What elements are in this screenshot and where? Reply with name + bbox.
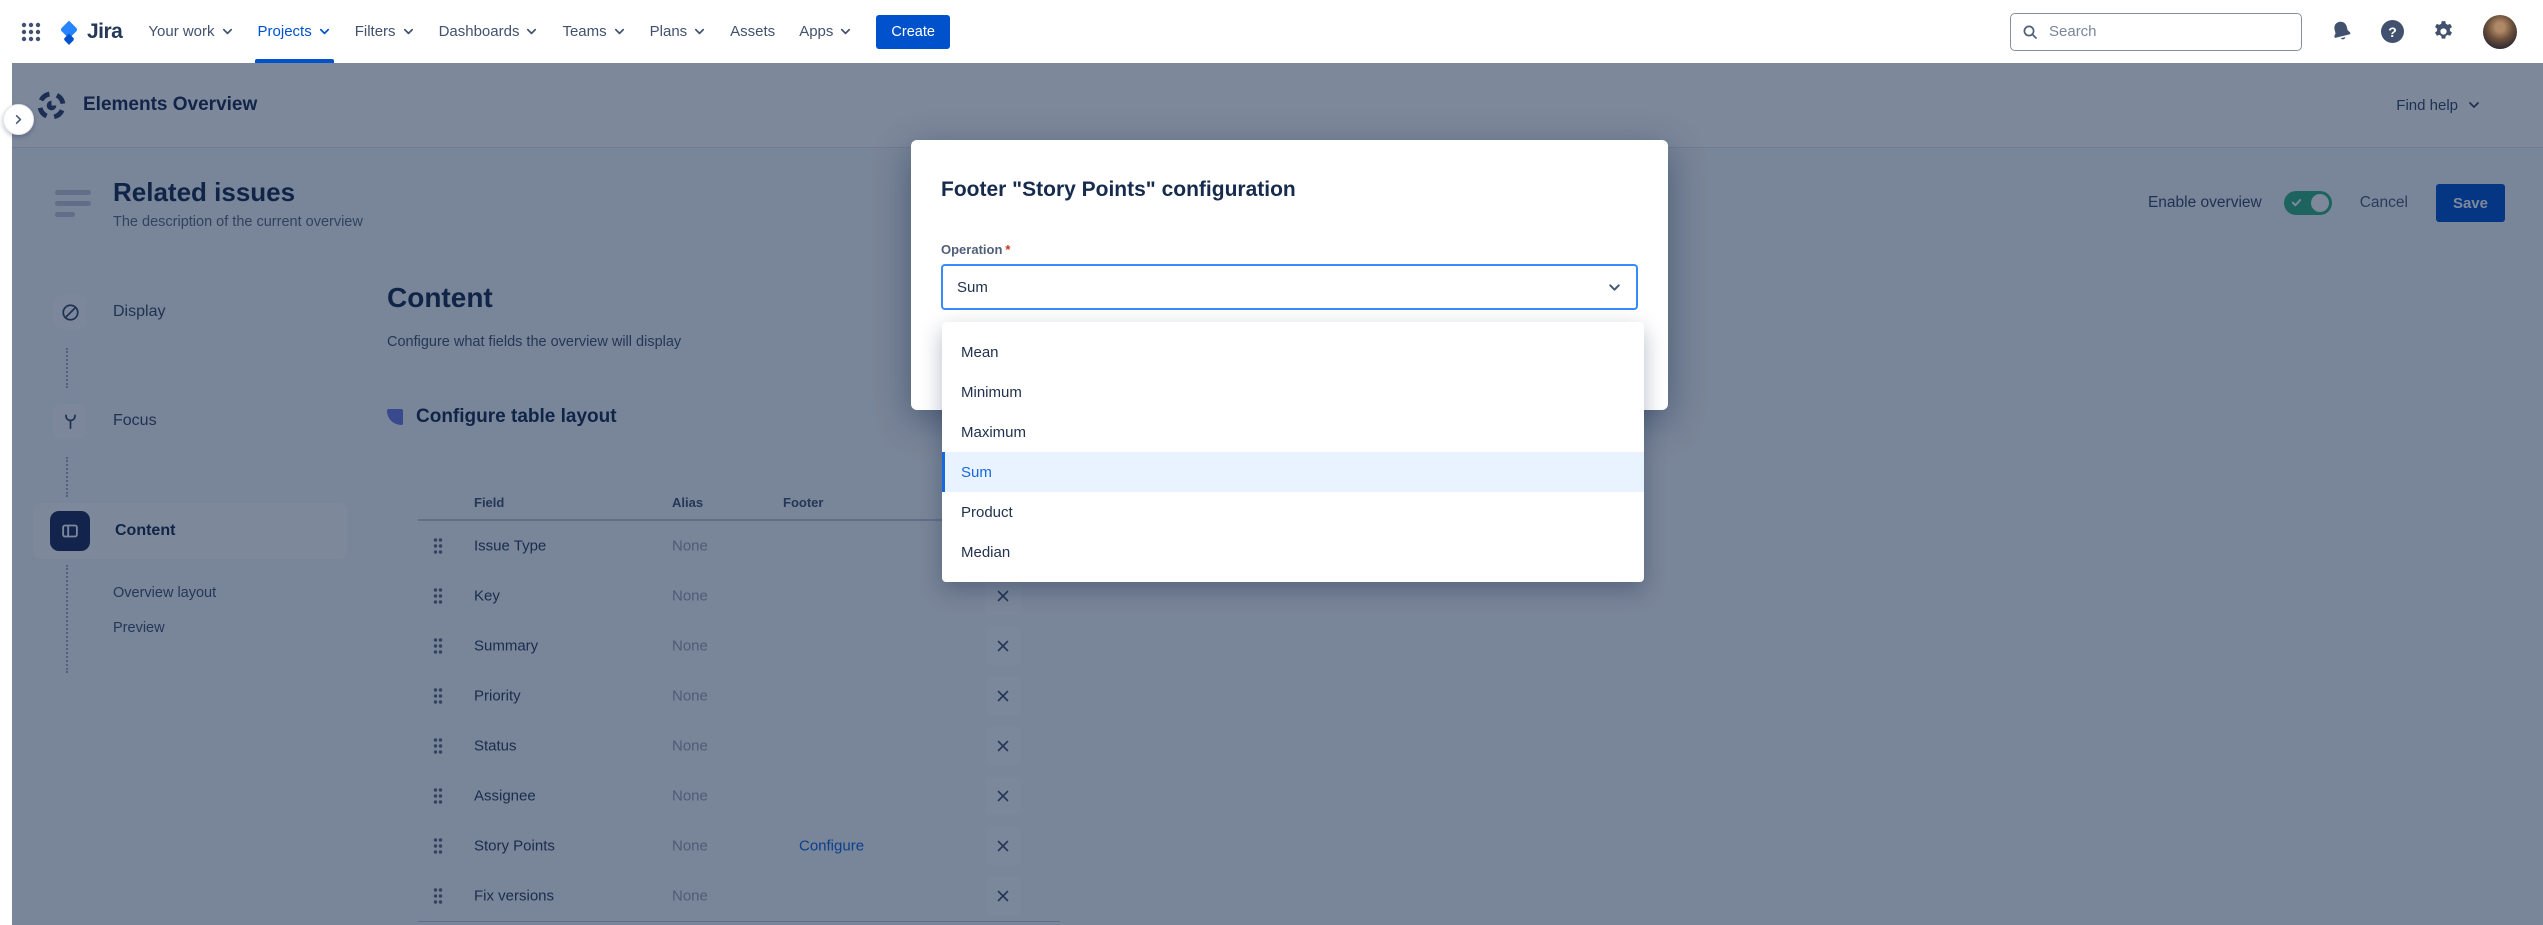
nav-label: Apps [799,23,833,40]
operation-dropdown-menu: Mean Minimum Maximum Sum Product Median [942,322,1644,582]
chevron-down-icon [525,25,538,38]
help-glyph: ? [2381,20,2404,43]
option-mean[interactable]: Mean [942,332,1644,372]
chevron-down-icon [318,25,331,38]
nav-assets[interactable]: Assets [718,0,787,63]
operation-select-value: Sum [957,279,988,296]
jira-logo-icon [56,19,82,45]
nav-label: Teams [562,23,606,40]
top-navigation: Jira Your work Projects Filters Dashboar… [0,0,2543,63]
required-asterisk: * [1005,242,1010,257]
collapsed-sidebar-edge [0,63,12,925]
nav-label: Plans [650,23,688,40]
chevron-down-icon [693,25,706,38]
notifications-bell-icon[interactable] [2326,16,2356,46]
search-input[interactable] [2047,22,2290,41]
nav-label: Assets [730,23,775,40]
nav-plans[interactable]: Plans [638,0,719,63]
operation-label-text: Operation [941,242,1002,257]
jira-logo[interactable]: Jira [56,19,122,45]
chevron-down-icon [221,25,234,38]
search-icon [2022,24,2038,40]
nav-apps[interactable]: Apps [787,0,864,63]
chevron-down-icon [402,25,415,38]
nav-label: Projects [258,23,312,40]
jira-logo-text: Jira [87,20,122,44]
create-button[interactable]: Create [876,15,950,49]
primary-nav: Your work Projects Filters Dashboards Te… [136,0,864,63]
help-icon[interactable]: ? [2381,20,2404,43]
chevron-down-icon [1607,280,1622,295]
chevron-down-icon [839,25,852,38]
nav-filters[interactable]: Filters [343,0,427,63]
option-sum[interactable]: Sum [942,452,1644,492]
nav-label: Your work [148,23,214,40]
nav-your-work[interactable]: Your work [136,0,245,63]
topnav-right: ? [2010,13,2517,51]
nav-projects[interactable]: Projects [246,0,343,63]
operation-label: Operation * [941,242,1638,257]
nav-label: Filters [355,23,396,40]
jira-screen: Jira Your work Projects Filters Dashboar… [0,0,2543,925]
user-avatar[interactable] [2483,15,2517,49]
chevron-right-icon [12,113,25,126]
option-minimum[interactable]: Minimum [942,372,1644,412]
global-search[interactable] [2010,13,2302,51]
nav-teams[interactable]: Teams [550,0,637,63]
option-product[interactable]: Product [942,492,1644,532]
app-switcher-icon[interactable] [14,15,48,49]
nav-dashboards[interactable]: Dashboards [427,0,551,63]
operation-select[interactable]: Sum [941,264,1638,310]
chevron-down-icon [613,25,626,38]
nav-label: Dashboards [439,23,520,40]
dialog-title: Footer "Story Points" configuration [941,178,1638,202]
settings-gear-icon[interactable] [2431,19,2456,44]
option-maximum[interactable]: Maximum [942,412,1644,452]
expand-sidebar-button[interactable] [3,104,34,135]
option-median[interactable]: Median [942,532,1644,572]
